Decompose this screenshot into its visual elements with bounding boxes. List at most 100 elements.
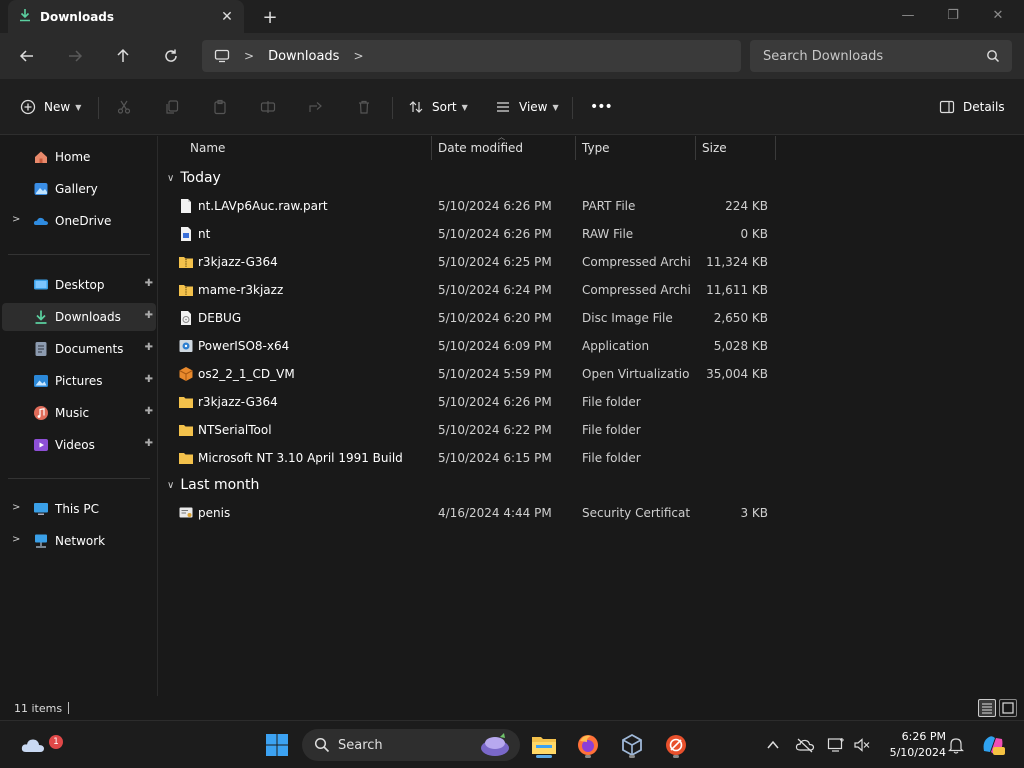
tab-downloads[interactable]: Downloads ✕ xyxy=(8,0,244,33)
new-tab-button[interactable]: + xyxy=(260,7,280,28)
table-row[interactable]: os2_2_1_CD_VM 5/10/2024 5:59 PM Open Vir… xyxy=(159,360,779,388)
view-button[interactable]: View ▼ xyxy=(495,94,559,120)
taskbar-search[interactable]: Search xyxy=(302,729,520,761)
taskbar-app[interactable] xyxy=(661,730,691,760)
table-row[interactable]: nt 5/10/2024 6:26 PM RAW File 0 KB xyxy=(159,220,779,248)
show-hidden-icons-button[interactable] xyxy=(763,735,783,755)
file-icon xyxy=(181,199,191,213)
group-header-today[interactable]: ∨ Today xyxy=(167,167,221,189)
clock[interactable]: 6:26 PM 5/10/2024 xyxy=(880,729,946,761)
table-row[interactable]: mame-r3kjazz 5/10/2024 6:24 PM Compresse… xyxy=(159,276,779,304)
taskbar-virtualbox[interactable] xyxy=(617,730,647,760)
taskbar-firefox[interactable] xyxy=(573,730,603,760)
download-icon xyxy=(18,8,32,25)
windows-logo-icon xyxy=(266,734,288,756)
sidebar-item-this-pc[interactable]: > This PC xyxy=(2,495,156,523)
up-button[interactable] xyxy=(109,43,137,69)
table-row[interactable]: DEBUG 5/10/2024 6:20 PM Disc Image File … xyxy=(159,304,779,332)
virtualbox-package-icon xyxy=(179,367,193,381)
chevron-right-icon[interactable]: > xyxy=(244,49,254,63)
display-tray-icon[interactable] xyxy=(826,735,846,755)
table-row[interactable]: r3kjazz-G364 5/10/2024 6:25 PM Compresse… xyxy=(159,248,779,276)
taskbar-file-explorer[interactable] xyxy=(529,730,559,760)
copilot-button[interactable] xyxy=(978,730,1008,760)
weather-widget[interactable]: 1 xyxy=(18,730,63,760)
paste-button[interactable] xyxy=(212,94,228,120)
chevron-right-icon[interactable]: > xyxy=(12,214,20,225)
close-window-button[interactable]: ✕ xyxy=(986,4,1010,26)
onedrive-tray-icon[interactable] xyxy=(795,735,815,755)
details-view-toggle[interactable] xyxy=(978,699,996,717)
chevron-right-icon[interactable]: > xyxy=(353,49,363,63)
delete-button[interactable] xyxy=(356,94,372,120)
maximize-button[interactable]: ❐ xyxy=(941,4,965,26)
sidebar-item-documents[interactable]: Documents ✚ xyxy=(2,335,156,363)
cloud-offline-icon xyxy=(795,738,815,753)
table-row[interactable]: penis 4/16/2024 4:44 PM Security Certifi… xyxy=(159,499,779,527)
sidebar-item-label: Pictures xyxy=(55,374,103,388)
table-row[interactable]: PowerISO8-x64 5/10/2024 6:09 PM Applicat… xyxy=(159,332,779,360)
arrow-right-icon xyxy=(69,50,83,62)
chevron-right-icon[interactable]: > xyxy=(12,534,20,545)
sidebar-item-desktop[interactable]: Desktop ✚ xyxy=(2,271,156,299)
sidebar-item-videos[interactable]: Videos ✚ xyxy=(2,431,156,459)
pin-icon[interactable]: ✚ xyxy=(145,438,153,449)
sidebar-item-music[interactable]: Music ✚ xyxy=(2,399,156,427)
sort-label: Sort xyxy=(432,100,457,114)
pin-icon[interactable]: ✚ xyxy=(145,406,153,417)
sidebar-item-downloads[interactable]: Downloads ✚ xyxy=(2,303,156,331)
table-row[interactable]: nt.LAVp6Auc.raw.part 5/10/2024 6:26 PM P… xyxy=(159,192,779,220)
item-count: 11 items xyxy=(14,702,63,715)
sidebar-item-gallery[interactable]: Gallery xyxy=(2,175,156,203)
forward-button[interactable] xyxy=(61,43,89,69)
table-row[interactable]: NTSerialTool 5/10/2024 6:22 PM File fold… xyxy=(159,416,779,444)
back-button[interactable] xyxy=(13,43,41,69)
column-divider[interactable] xyxy=(775,136,776,160)
pin-icon[interactable]: ✚ xyxy=(145,342,153,353)
copilot-icon xyxy=(983,736,1005,755)
minimize-button[interactable]: — xyxy=(896,4,920,26)
address-bar[interactable]: > Downloads > xyxy=(202,40,741,72)
table-row[interactable]: Microsoft NT 3.10 April 1991 Build 5/10/… xyxy=(159,444,779,472)
cut-button[interactable] xyxy=(116,94,132,120)
volume-tray-icon[interactable] xyxy=(852,735,872,755)
refresh-icon xyxy=(165,49,177,62)
column-divider[interactable] xyxy=(575,136,576,160)
share-button[interactable] xyxy=(308,94,324,120)
see-more-button[interactable]: ••• xyxy=(590,94,613,120)
table-row[interactable]: r3kjazz-G364 5/10/2024 6:26 PM File fold… xyxy=(159,388,779,416)
rename-button[interactable] xyxy=(260,94,276,120)
column-header-size[interactable]: Size xyxy=(702,136,772,160)
chevron-right-icon[interactable]: > xyxy=(12,502,20,513)
sidebar-item-pictures[interactable]: Pictures ✚ xyxy=(2,367,156,395)
breadcrumb[interactable]: Downloads xyxy=(268,49,339,64)
pc-icon xyxy=(34,503,48,515)
pin-icon[interactable]: ✚ xyxy=(145,374,153,385)
file-date: 5/10/2024 5:59 PM xyxy=(438,367,552,381)
close-tab-icon[interactable]: ✕ xyxy=(218,8,236,26)
column-header-name[interactable]: Name xyxy=(190,136,430,160)
new-button[interactable]: New ▼ xyxy=(20,94,81,120)
details-pane-button[interactable]: Details xyxy=(939,94,1005,120)
sidebar-item-onedrive[interactable]: > OneDrive xyxy=(2,207,156,235)
copy-button[interactable] xyxy=(164,94,180,120)
large-icons-view-toggle[interactable] xyxy=(999,699,1017,717)
column-divider[interactable] xyxy=(695,136,696,160)
file-name: r3kjazz-G364 xyxy=(198,395,278,409)
sidebar-item-label: Gallery xyxy=(55,182,98,196)
column-header-type[interactable]: Type xyxy=(582,136,692,160)
column-header-date[interactable]: Date modified xyxy=(438,136,574,160)
pin-icon[interactable]: ✚ xyxy=(145,310,153,321)
raw-file-icon xyxy=(181,227,191,241)
notifications-button[interactable] xyxy=(946,735,966,755)
pin-icon[interactable]: ✚ xyxy=(145,278,153,289)
refresh-button[interactable] xyxy=(157,43,185,69)
notification-badge: 1 xyxy=(49,735,63,749)
column-divider[interactable] xyxy=(431,136,432,160)
sidebar-item-home[interactable]: Home xyxy=(2,143,156,171)
start-button[interactable] xyxy=(262,730,292,760)
search-input[interactable]: Search Downloads xyxy=(750,40,1012,72)
sidebar-item-network[interactable]: > Network xyxy=(2,527,156,555)
sort-button[interactable]: Sort ▼ xyxy=(408,94,468,120)
group-header-last-month[interactable]: ∨ Last month xyxy=(167,474,259,496)
